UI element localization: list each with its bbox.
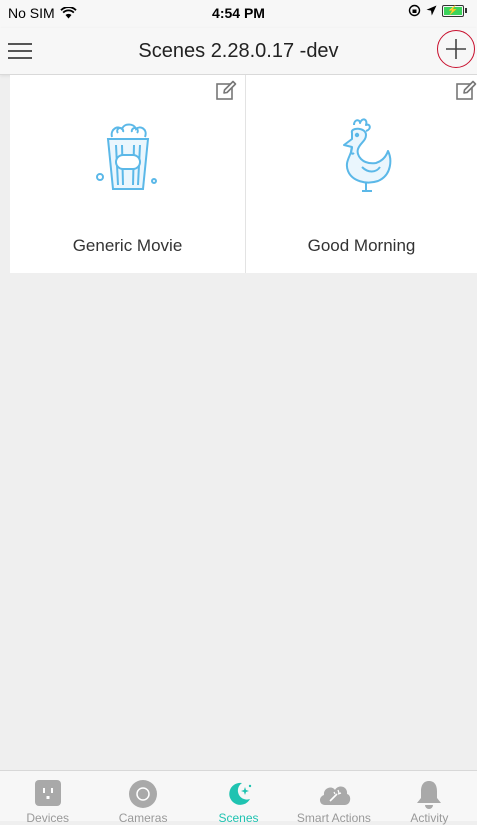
- tab-label: Devices: [26, 811, 70, 825]
- tab-activity[interactable]: Activity: [382, 771, 477, 825]
- status-right: ⚡: [408, 4, 467, 17]
- tab-smart-actions[interactable]: Smart Actions: [286, 771, 381, 825]
- page-title: Scenes 2.28.0.17 -dev: [138, 40, 339, 62]
- status-bar: No SIM 4:54 PM ⚡: [0, 0, 477, 28]
- tab-label: Cameras: [118, 811, 168, 825]
- tab-label: Smart Actions: [296, 811, 371, 825]
- plus-icon: [446, 39, 466, 59]
- scene-label: Generic Movie: [72, 236, 183, 255]
- popcorn-icon: [95, 123, 157, 190]
- rooster-icon: [342, 118, 391, 192]
- smart-actions-icon: [319, 786, 351, 805]
- bell-icon: [417, 781, 442, 809]
- outlet-icon: [34, 780, 61, 806]
- scene-card-generic-movie[interactable]: Generic Movie: [10, 75, 246, 273]
- camera-icon: [129, 780, 158, 808]
- location-arrow-icon: [426, 5, 437, 16]
- scenes-icon: [228, 782, 251, 805]
- tab-cameras[interactable]: Cameras: [95, 771, 190, 825]
- scene-card-good-morning[interactable]: Good Morning: [246, 75, 477, 273]
- tab-scenes[interactable]: Scenes: [191, 771, 286, 825]
- edit-icon[interactable]: [455, 80, 477, 102]
- tab-label: Activity: [410, 811, 449, 825]
- scenes-grid: Generic Movie Good Morning: [10, 75, 477, 273]
- tab-devices[interactable]: Devices: [0, 771, 95, 825]
- add-scene-button[interactable]: [437, 30, 475, 68]
- tab-label: Scenes: [218, 811, 259, 825]
- battery-icon: ⚡: [442, 4, 464, 17]
- clock: 4:54 PM: [212, 5, 265, 21]
- navigation-bar: Scenes 2.28.0.17 -dev: [0, 28, 477, 75]
- orientation-lock-icon: [408, 4, 421, 17]
- scene-label: Good Morning: [307, 236, 416, 255]
- tab-bar: Devices Cameras Scenes Smart Actions Act…: [0, 770, 477, 825]
- edit-icon[interactable]: [215, 80, 237, 102]
